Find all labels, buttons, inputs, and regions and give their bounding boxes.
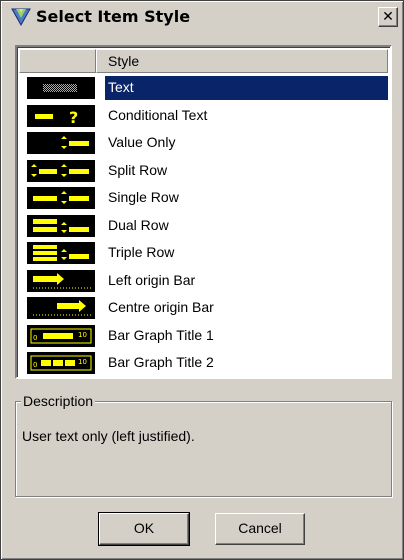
ok-button[interactable]: OK <box>98 512 190 546</box>
list-item[interactable]: 0 10 Bar Graph Title 1 <box>19 323 388 349</box>
list-item-label: Bar Graph Title 1 <box>108 326 214 343</box>
close-button[interactable]: ✕ <box>378 7 398 27</box>
dual-row-icon <box>27 214 95 237</box>
cancel-button[interactable]: Cancel <box>215 513 305 545</box>
list-item[interactable]: Value Only <box>19 130 388 156</box>
list-item[interactable]: Text <box>19 75 388 101</box>
bar-graph-title-2-icon: 0 10 <box>27 352 95 374</box>
list-item-label: Bar Graph Title 2 <box>108 354 214 370</box>
svg-text:10: 10 <box>78 358 87 366</box>
svg-text:0: 0 <box>33 334 37 342</box>
list-item-label: Dual Row <box>108 216 169 233</box>
list-item[interactable]: Dual Row <box>19 213 388 239</box>
description-legend: Description <box>21 392 96 410</box>
list-item-label: Split Row <box>108 161 168 178</box>
list-item[interactable]: ? Conditional Text <box>19 103 388 129</box>
svg-text:?: ? <box>69 108 78 127</box>
conditional-text-icon: ? <box>27 104 95 127</box>
value-only-icon <box>27 132 95 154</box>
list-item-label: Value Only <box>108 134 176 150</box>
single-row-icon <box>27 187 95 209</box>
text-style-icon <box>27 77 95 99</box>
list-item-label: Text <box>105 78 137 97</box>
title-bar[interactable]: Select Item Style ✕ <box>4 4 402 32</box>
app-icon <box>10 6 32 28</box>
close-icon: ✕ <box>382 8 394 24</box>
list-item[interactable]: Left origin Bar <box>19 268 388 294</box>
svg-text:0: 0 <box>33 361 37 369</box>
list-item-label: Centre origin Bar <box>108 299 214 315</box>
list-item[interactable]: 0 10 Bar Graph Title 2 <box>19 350 388 376</box>
selection-highlight <box>105 76 388 100</box>
list-item[interactable]: Triple Row <box>19 240 388 266</box>
centre-origin-bar-icon <box>27 297 95 319</box>
split-row-icon <box>27 159 95 182</box>
bar-graph-title-1-icon: 0 10 <box>27 324 95 347</box>
description-group: Description User text only (left justifi… <box>15 392 392 497</box>
list-item[interactable]: Split Row <box>19 158 388 184</box>
list-item[interactable]: Centre origin Bar <box>19 295 388 321</box>
list-item-label: Triple Row <box>108 244 175 260</box>
svg-text:10: 10 <box>78 331 87 339</box>
select-item-style-dialog: Select Item Style ✕ Style Text? Condition… <box>0 0 404 560</box>
style-list[interactable]: Style Text? Conditional Text Value Only Spl… <box>15 45 392 379</box>
list-item-label: Conditional Text <box>108 106 208 123</box>
dialog-title: Select Item Style <box>36 7 191 26</box>
list-item[interactable]: Single Row <box>19 185 388 211</box>
column-header-style[interactable]: Style <box>96 49 388 73</box>
list-item-label: Left origin Bar <box>108 271 196 288</box>
description-text: User text only (left justified). <box>22 428 195 444</box>
list-item-label: Single Row <box>108 189 179 205</box>
column-header-icon[interactable] <box>19 49 96 73</box>
triple-row-icon <box>27 242 95 264</box>
left-origin-bar-icon <box>27 269 95 292</box>
